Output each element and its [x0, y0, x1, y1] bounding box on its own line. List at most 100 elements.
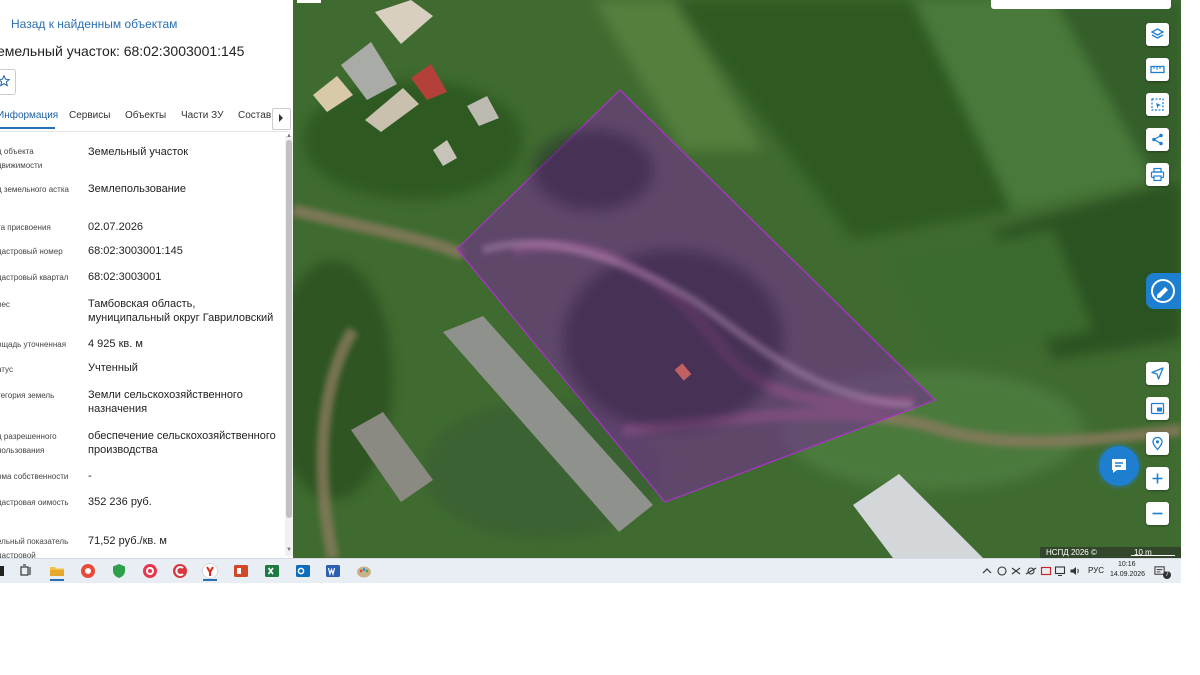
property-label: атус — [0, 365, 13, 374]
scroll-down-arrow-icon[interactable]: ▼ — [286, 547, 292, 553]
satellite-imagery — [293, 0, 1181, 558]
map-view-button[interactable] — [1146, 397, 1169, 420]
zoom-out-button[interactable] — [1146, 502, 1169, 525]
security-app-button[interactable] — [109, 561, 129, 581]
property-label: рма собственности — [0, 472, 69, 481]
property-label: д разрешенного пользования — [0, 432, 57, 455]
property-value: 02.07.2026 — [88, 221, 144, 233]
chat-assistant-button[interactable] — [1099, 446, 1139, 486]
property-list: д объекта движимости Земельный участок д… — [0, 0, 285, 558]
task-view-button[interactable] — [16, 561, 36, 581]
clock-time[interactable]: 10:16 — [1118, 561, 1136, 568]
yandex-browser-icon — [202, 563, 218, 579]
tray-app-icon[interactable] — [1025, 565, 1037, 577]
paint-button[interactable] — [354, 561, 374, 581]
powerpoint-icon — [234, 565, 248, 577]
chat-icon — [1112, 459, 1126, 473]
input-language-indicator[interactable]: РУС — [1088, 566, 1104, 575]
tray-app-icon[interactable] — [996, 565, 1008, 577]
app-red-icon — [81, 564, 95, 578]
select-area-icon — [1151, 98, 1164, 111]
start-button[interactable] — [0, 561, 12, 581]
active-indicator — [203, 579, 217, 581]
property-label: дастровый номер — [0, 247, 63, 256]
map-attribution: НСПД 2026 © 10 m — [1040, 547, 1181, 558]
task-view-icon — [20, 564, 31, 576]
scale-bar — [1131, 555, 1175, 556]
property-value: Земли сельскохозяйственного назначения — [88, 389, 243, 415]
select-area-button[interactable] — [1146, 93, 1169, 116]
scroll-up-arrow-icon[interactable]: ▲ — [286, 133, 292, 139]
yandex-browser-button[interactable] — [200, 561, 220, 581]
word-icon — [326, 565, 340, 577]
property-label: тегория земель — [0, 391, 55, 400]
app-button[interactable] — [140, 561, 160, 581]
excel-button[interactable] — [262, 561, 282, 581]
measure-button[interactable] — [1146, 58, 1169, 81]
panel-scrollbar-thumb[interactable] — [286, 140, 292, 518]
map-view-icon — [1150, 402, 1165, 415]
share-icon — [1152, 133, 1163, 146]
word-button[interactable] — [323, 561, 343, 581]
network-icon[interactable] — [1054, 565, 1066, 577]
property-value: Тамбовская область, муниципальный округ … — [88, 298, 274, 324]
layers-icon — [1150, 28, 1165, 39]
property-label: дастровый квартал — [0, 273, 69, 282]
map-corner-button[interactable] — [297, 0, 321, 3]
file-explorer-button[interactable] — [47, 561, 67, 581]
app-c-icon — [173, 564, 187, 578]
property-value: - — [88, 470, 92, 482]
print-icon — [1150, 167, 1165, 182]
zoom-out-icon — [1152, 512, 1163, 515]
outlook-button[interactable] — [293, 561, 313, 581]
notifications-count: 7 — [1163, 571, 1171, 579]
ruler-icon — [1150, 65, 1165, 74]
property-label: ощадь уточненная — [0, 340, 67, 349]
property-label: дастровая оимость — [0, 498, 69, 507]
page-right-margin — [1181, 0, 1200, 582]
volume-icon[interactable] — [1069, 565, 1081, 577]
property-value[interactable]: 68:02:3003001:145 — [88, 244, 280, 258]
start-icon — [0, 566, 4, 576]
locate-icon — [1151, 367, 1164, 380]
property-label: ельный показатель дастровой — [0, 537, 69, 558]
property-value[interactable]: 68:02:3003001 — [88, 270, 280, 284]
geolocation-icon — [1152, 436, 1163, 451]
feedback-icon — [1151, 279, 1175, 303]
property-label: д земельного астка — [0, 185, 69, 194]
clock-date[interactable]: 14.09.2026 — [1110, 571, 1145, 578]
locate-button[interactable] — [1146, 362, 1169, 385]
shield-app-icon — [113, 564, 125, 578]
map-search-box[interactable] — [991, 0, 1171, 9]
property-value: обеспечение сельскохозяйственного произв… — [88, 430, 276, 456]
active-indicator — [50, 579, 64, 581]
feedback-side-button[interactable] — [1146, 273, 1181, 309]
excel-icon — [265, 565, 279, 577]
powerpoint-button[interactable] — [231, 561, 251, 581]
property-label: рес — [0, 300, 10, 309]
zoom-in-button[interactable] — [1146, 467, 1169, 490]
tray-app-icon[interactable] — [1010, 565, 1022, 577]
print-button[interactable] — [1146, 163, 1169, 186]
paint-icon — [357, 566, 371, 578]
app-pink-icon — [143, 564, 157, 578]
property-label: д объекта движимости — [0, 147, 43, 170]
tray-app-icon[interactable] — [1040, 565, 1052, 577]
file-explorer-icon — [50, 567, 64, 576]
share-button[interactable] — [1146, 128, 1169, 151]
app-button[interactable] — [170, 561, 190, 581]
layers-button[interactable] — [1146, 23, 1169, 46]
object-info-panel: Назад к найденным объектам емельный учас… — [0, 0, 293, 558]
copyright-text[interactable]: НСПД 2026 © — [1046, 547, 1097, 558]
app-button[interactable] — [78, 561, 98, 581]
geolocation-button[interactable] — [1146, 432, 1169, 455]
scale-label: 10 m — [1134, 548, 1152, 557]
chevron-up-icon[interactable] — [981, 565, 993, 577]
property-value: 352 236 руб. — [88, 496, 152, 508]
property-value: Учтенный — [88, 362, 138, 374]
property-value: 4 925 кв. м — [88, 338, 143, 350]
property-value: Земельный участок — [88, 146, 189, 158]
property-value: 71,52 руб./кв. м — [88, 535, 167, 547]
outlook-icon — [296, 565, 310, 577]
satellite-map[interactable]: НСПД 2026 © 10 m — [293, 0, 1181, 558]
